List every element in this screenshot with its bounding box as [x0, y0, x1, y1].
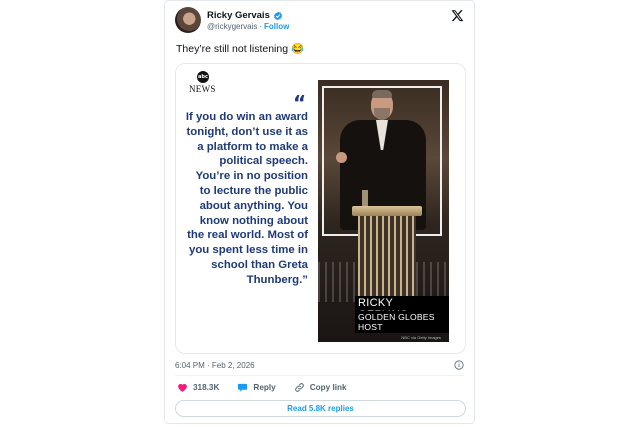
info-icon[interactable] — [454, 360, 464, 370]
author-name[interactable]: Ricky Gervais — [207, 10, 270, 21]
author-handle[interactable]: @rickygervais — [207, 22, 257, 31]
podium — [358, 216, 416, 306]
heart-icon — [178, 383, 187, 392]
tweet-text: They’re still not listening 😂 — [176, 43, 305, 55]
reply-label: Reply — [253, 383, 276, 392]
link-icon — [294, 383, 304, 392]
abc-logo: abc — [197, 71, 209, 83]
abc-news-label: NEWS — [189, 84, 216, 94]
copy-link-label: Copy link — [309, 383, 347, 392]
handle-separator: · — [259, 22, 263, 31]
author-name-row: Ricky Gervais — [207, 10, 283, 21]
copy-link-button[interactable]: Copy link — [294, 382, 347, 393]
action-bar: 318.3K Reply Copy link — [177, 382, 347, 393]
tweet-header: Ricky Gervais @rickygervais · Follow — [175, 7, 464, 37]
tweet-media[interactable]: abc NEWS “ If you do win an award tonigh… — [175, 63, 466, 354]
read-replies-button[interactable]: Read 5.8K replies — [175, 400, 466, 417]
like-button[interactable]: 318.3K — [177, 382, 219, 393]
tweet-card: Ricky Gervais @rickygervais · Follow The… — [164, 0, 475, 424]
speaker-hair — [372, 90, 392, 98]
caption-title: GOLDEN GLOBES HOST — [355, 311, 449, 333]
speaker-photo: RICKY GERVAIS GOLDEN GLOBES HOST NBC via… — [318, 80, 449, 342]
handle-row: @rickygervais · Follow — [207, 22, 289, 31]
speaker-hand — [336, 152, 347, 163]
divider — [175, 375, 464, 376]
x-logo-icon[interactable] — [451, 9, 464, 22]
avatar[interactable] — [175, 7, 201, 33]
verified-badge-icon — [273, 11, 282, 20]
quote-text: If you do win an award tonight, don’t us… — [185, 111, 308, 286]
glass — [362, 190, 368, 206]
podium-top — [352, 206, 422, 216]
like-count: 318.3K — [193, 383, 220, 392]
reply-button[interactable]: Reply — [237, 382, 276, 393]
tweet-timestamp[interactable]: 6:04 PM · Feb 2, 2026 — [175, 361, 255, 370]
follow-button[interactable]: Follow — [264, 22, 289, 31]
reply-bubble-icon — [238, 383, 248, 392]
photo-credit: NBC via Getty Images — [401, 335, 441, 340]
